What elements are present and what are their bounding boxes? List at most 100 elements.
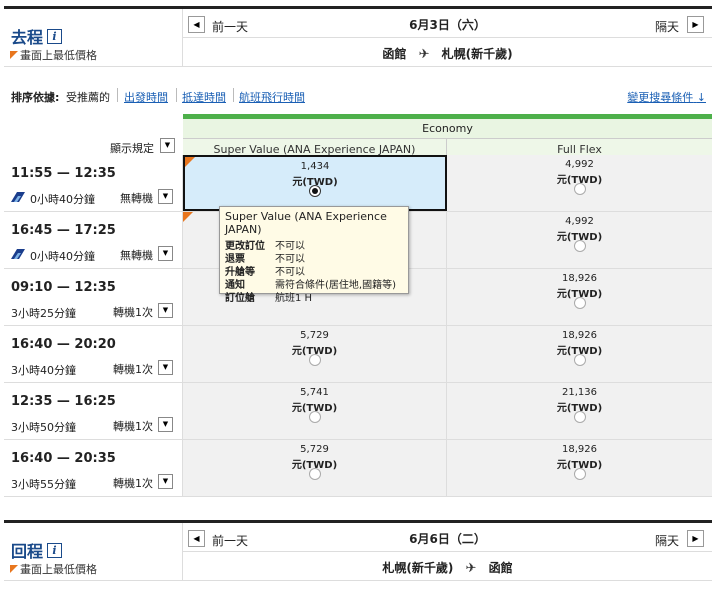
fare-cell[interactable]: 4,992 元(TWD) bbox=[447, 212, 712, 268]
flight-time: 16:45 — 17:25 bbox=[11, 223, 116, 238]
tooltip-value: 不可以 bbox=[275, 254, 305, 265]
tooltip-title: Super Value (ANA Experience JAPAN) bbox=[225, 210, 387, 236]
outbound-date: 6月3日（六） bbox=[409, 18, 486, 32]
fare-rule-tooltip: Super Value (ANA Experience JAPAN) 更改訂位不… bbox=[219, 206, 409, 304]
change-search-link[interactable]: 變更搜尋條件 ↓ bbox=[627, 89, 706, 105]
flight-details-dropdown[interactable]: ▼ bbox=[158, 474, 173, 489]
return-section: 回程 i 畫面上最低價格 ◀ 前一天 6月6日（二） 隔天 ▶ 札幌(新千歲) … bbox=[4, 520, 712, 581]
tooltip-key: 通知 bbox=[225, 280, 245, 291]
tooltip-value: 需符合條件(居住地,國籍等) bbox=[275, 280, 396, 291]
destination-city: 函館 bbox=[488, 561, 513, 575]
flight-info: 11:55 — 12:35 0小時40分鐘 無轉機 ▼ bbox=[4, 155, 183, 211]
outbound-header-left: 去程 i 畫面上最低價格 bbox=[4, 9, 183, 66]
flight-stops: 轉機1次 bbox=[113, 477, 153, 490]
fare-radio[interactable] bbox=[573, 354, 586, 366]
sort-option-duration[interactable]: 航班飛行時間 bbox=[239, 89, 305, 105]
change-search-label: 變更搜尋條件 bbox=[627, 91, 694, 104]
flight-stops: 無轉機 bbox=[120, 249, 153, 262]
fare-price: 18,926 bbox=[562, 444, 597, 455]
tooltip-key: 更改訂位 bbox=[225, 241, 265, 252]
next-day-button[interactable]: ▶ bbox=[687, 16, 704, 33]
flight-info: 16:45 — 17:25 0小時40分鐘 無轉機 ▼ bbox=[4, 212, 183, 268]
flight-stops: 轉機1次 bbox=[113, 363, 153, 376]
flight-info: 16:40 — 20:35 3小時55分鐘 轉機1次 ▼ bbox=[4, 440, 183, 496]
fare-price: 5,729 bbox=[300, 444, 329, 455]
return-date: 6月6日（二） bbox=[409, 532, 486, 546]
plane-icon: ✈ bbox=[418, 47, 430, 62]
fare-price: 18,926 bbox=[562, 273, 597, 284]
flight-stops: 無轉機 bbox=[120, 192, 153, 205]
lowest-price-legend: 畫面上最低價格 bbox=[10, 47, 97, 63]
sort-option-recommended[interactable]: 受推薦的 bbox=[66, 89, 110, 105]
next-day-button[interactable]: ▶ bbox=[687, 530, 704, 547]
outbound-header-right: ◀ 前一天 6月3日（六） 隔天 ▶ 函館 ✈ 札幌(新千歲) bbox=[183, 9, 712, 66]
outbound-route: 函館 ✈ 札幌(新千歲) bbox=[183, 45, 712, 62]
fare-radio[interactable] bbox=[308, 354, 321, 366]
flight-duration: 0小時40分鐘 bbox=[30, 250, 95, 263]
next-day-label[interactable]: 隔天 bbox=[655, 18, 679, 35]
return-date-bar: ◀ 前一天 6月6日（二） 隔天 ▶ bbox=[183, 523, 712, 552]
flight-duration: 3小時50分鐘 bbox=[11, 421, 76, 434]
flight-stops: 轉機1次 bbox=[113, 306, 153, 319]
flight-details-dropdown[interactable]: ▼ bbox=[158, 360, 173, 375]
flight-details-dropdown[interactable]: ▼ bbox=[158, 189, 173, 204]
fare-radio[interactable] bbox=[573, 297, 586, 309]
flight-time: 09:10 — 12:35 bbox=[11, 280, 116, 295]
return-header-left: 回程 i 畫面上最低價格 bbox=[4, 523, 183, 580]
tooltip-row: 升艙等 不可以 bbox=[225, 266, 403, 279]
flight-info: 12:35 — 16:25 3小時50分鐘 轉機1次 ▼ bbox=[4, 383, 183, 439]
fare-price: 5,729 bbox=[300, 330, 329, 341]
fare-radio[interactable] bbox=[308, 468, 321, 480]
return-route: 札幌(新千歲) ✈ 函館 bbox=[183, 559, 712, 576]
fare-radio[interactable] bbox=[573, 468, 586, 480]
tooltip-value: 航班1 H bbox=[275, 293, 313, 304]
tooltip-row: 退票 不可以 bbox=[225, 253, 403, 266]
fare-cell[interactable]: 4,992 元(TWD) bbox=[447, 155, 712, 211]
display-rule-dropdown[interactable]: ▼ bbox=[160, 138, 175, 153]
cabin-header: Economy bbox=[183, 119, 712, 139]
flight-duration: 3小時55分鐘 bbox=[11, 478, 76, 491]
arrow-down-icon: ↓ bbox=[696, 91, 706, 104]
fare-cell[interactable]: 18,926 元(TWD) bbox=[447, 326, 712, 382]
flight-duration: 3小時25分鐘 bbox=[11, 307, 76, 320]
ana-airline-icon bbox=[11, 192, 25, 202]
flight-duration: 3小時40分鐘 bbox=[11, 364, 76, 377]
fare-radio[interactable] bbox=[309, 185, 321, 197]
fare-cell[interactable]: 21,136 元(TWD) bbox=[447, 383, 712, 439]
fare-radio[interactable] bbox=[573, 183, 586, 195]
flight-row: 12:35 — 16:25 3小時50分鐘 轉機1次 ▼ 5,741 元(TWD) 21,1… bbox=[4, 383, 712, 440]
lowest-price-flag-icon bbox=[183, 212, 193, 222]
sort-option-arrival[interactable]: 抵達時間 bbox=[182, 89, 226, 105]
tooltip-row: 更改訂位 不可以 bbox=[225, 240, 403, 253]
fare-cell[interactable]: 5,741 元(TWD) bbox=[183, 383, 447, 439]
plane-icon: ✈ bbox=[465, 561, 477, 576]
return-title-text: 回程 bbox=[11, 542, 44, 561]
flight-details-dropdown[interactable]: ▼ bbox=[158, 417, 173, 432]
flight-details-dropdown[interactable]: ▼ bbox=[158, 303, 173, 318]
flight-details-dropdown[interactable]: ▼ bbox=[158, 246, 173, 261]
outbound-title: 去程 i bbox=[11, 24, 63, 48]
fare-price: 18,926 bbox=[562, 330, 597, 341]
fare-cell[interactable]: 18,926 元(TWD) bbox=[447, 269, 712, 325]
flight-info: 16:40 — 20:20 3小時40分鐘 轉機1次 ▼ bbox=[4, 326, 183, 382]
next-day-label[interactable]: 隔天 bbox=[655, 532, 679, 549]
sort-divider bbox=[233, 88, 234, 102]
fare-cell[interactable]: 5,729 元(TWD) bbox=[183, 440, 447, 496]
fare-radio[interactable] bbox=[308, 411, 321, 423]
sort-option-departure[interactable]: 出發時間 bbox=[124, 89, 168, 105]
return-header: 回程 i 畫面上最低價格 ◀ 前一天 6月6日（二） 隔天 ▶ 札幌(新千歲) … bbox=[4, 523, 712, 581]
info-icon[interactable]: i bbox=[47, 542, 63, 558]
fare-cell[interactable]: 18,926 元(TWD) bbox=[447, 440, 712, 496]
fare-radio[interactable] bbox=[573, 411, 586, 423]
fare-radio[interactable] bbox=[573, 240, 586, 252]
flight-row: 16:40 — 20:35 3小時55分鐘 轉機1次 ▼ 5,729 元(TWD) 18,9… bbox=[4, 440, 712, 497]
fare-cell[interactable]: 5,729 元(TWD) bbox=[183, 326, 447, 382]
fare-cell[interactable]: 1,434 元(TWD) bbox=[183, 155, 447, 211]
info-icon[interactable]: i bbox=[47, 28, 63, 44]
tooltip-value: 不可以 bbox=[275, 267, 305, 278]
flight-duration: 0小時40分鐘 bbox=[30, 193, 95, 206]
display-rule-label: 顯示規定 bbox=[110, 142, 154, 155]
flight-row: 11:55 — 12:35 0小時40分鐘 無轉機 ▼ 1,434 元(TWD) 4,992… bbox=[4, 155, 712, 212]
flight-row: 16:40 — 20:20 3小時40分鐘 轉機1次 ▼ 5,729 元(TWD) 18,9… bbox=[4, 326, 712, 383]
sort-divider bbox=[176, 88, 177, 102]
